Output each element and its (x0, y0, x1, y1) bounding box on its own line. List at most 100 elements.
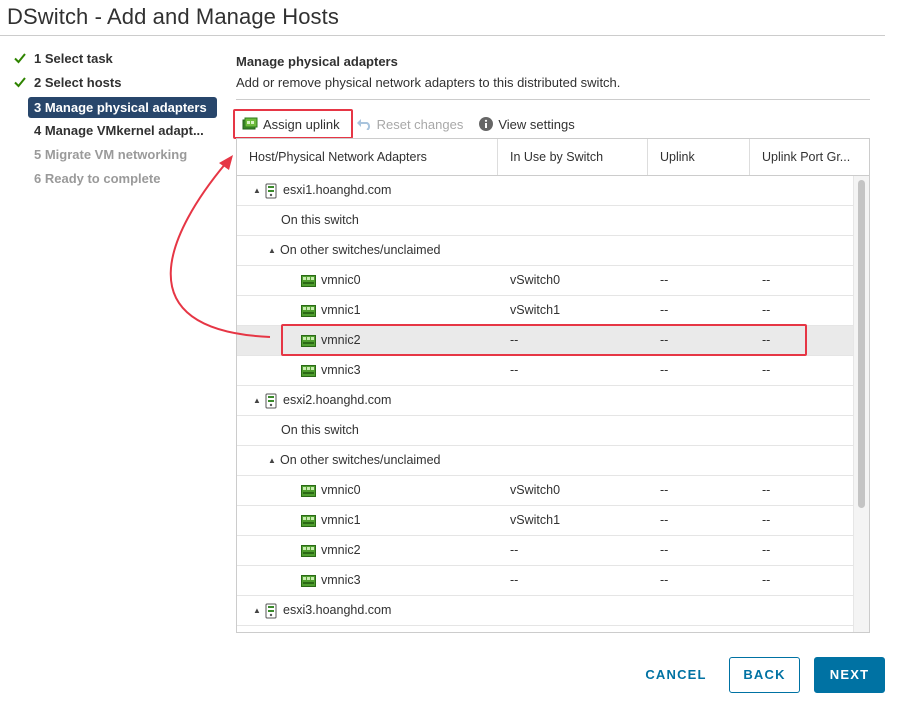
in-use-by-switch-cell: vSwitch0 (510, 483, 561, 497)
uplink-cell (648, 596, 750, 625)
group-row[interactable]: ▲ On other switches/unclaimed (237, 236, 854, 266)
adapter-name: vmnic3 (321, 363, 361, 377)
group-label: On this switch (281, 423, 359, 437)
adapter-row[interactable]: vmnic3 -- -- -- (237, 356, 854, 386)
view-settings-button[interactable]: View settings (473, 112, 580, 136)
step-label: 3 Manage physical adapters (34, 100, 207, 115)
section-subtitle: Add or remove physical network adapters … (236, 75, 621, 90)
next-button[interactable]: NEXT (814, 657, 885, 693)
expand-caret-icon[interactable]: ▲ (268, 236, 280, 265)
in-use-by-switch-cell (498, 446, 648, 475)
adapter-name: vmnic2 (321, 333, 361, 347)
step-label: 1 Select task (34, 51, 113, 66)
group-row[interactable]: On this switch (237, 416, 854, 446)
view-settings-label: View settings (498, 116, 575, 132)
adapter-name: vmnic2 (321, 543, 361, 557)
step-label: 6 Ready to complete (34, 171, 161, 186)
uplink-cell (648, 386, 750, 415)
group-row[interactable]: ▲ On other switches/unclaimed (237, 446, 854, 476)
grid-body: ▲ esxi1.hoanghd.com On this switch ▲ On othe… (237, 176, 854, 632)
expand-caret-icon[interactable]: ▲ (268, 446, 280, 475)
column-header-in-use-by-switch[interactable]: In Use by Switch (498, 139, 648, 175)
reset-changes-button[interactable]: Reset changes (350, 112, 470, 136)
uplink-port-group-cell: -- (762, 363, 771, 377)
host-row[interactable]: ▲ esxi2.hoanghd.com (237, 386, 854, 416)
expand-caret-icon[interactable]: ▲ (253, 596, 265, 625)
network-adapter-icon (301, 274, 316, 287)
network-adapter-icon (301, 364, 316, 377)
in-use-by-switch-cell: vSwitch1 (510, 303, 561, 317)
grid-scrollbar[interactable] (853, 176, 869, 632)
column-header-uplink[interactable]: Uplink (648, 139, 750, 175)
expand-caret-icon[interactable]: ▲ (253, 386, 265, 415)
group-label: On other switches/unclaimed (280, 453, 441, 467)
in-use-by-switch-cell: vSwitch1 (510, 513, 561, 527)
adapter-row[interactable]: vmnic3 -- -- -- (237, 566, 854, 596)
scrollbar-thumb[interactable] (858, 180, 865, 508)
uplink-port-group-cell: -- (762, 543, 771, 557)
in-use-by-switch-cell: -- (510, 333, 519, 347)
step-manage-vmkernel-adapters[interactable]: 4 Manage VMkernel adapt... (12, 120, 222, 144)
expand-caret-icon[interactable]: ▲ (253, 176, 265, 205)
network-adapter-icon (301, 334, 316, 347)
main-panel: Manage physical adapters Add or remove p… (236, 52, 870, 93)
network-card-icon (242, 117, 258, 131)
uplink-port-group-cell (750, 236, 854, 265)
column-header-uplink-port-group[interactable]: Uplink Port Gr... (750, 139, 869, 175)
uplink-cell: -- (660, 483, 669, 497)
uplink-cell (648, 416, 750, 445)
in-use-by-switch-cell: -- (510, 543, 519, 557)
adapter-row[interactable]: vmnic1 vSwitch1 -- -- (237, 506, 854, 536)
uplink-cell: -- (660, 573, 669, 587)
host-icon (265, 393, 277, 409)
host-row[interactable]: ▲ esxi1.hoanghd.com (237, 176, 854, 206)
assign-uplink-label: Assign uplink (263, 116, 340, 132)
adapter-name: vmnic0 (321, 273, 361, 287)
step-manage-physical-adapters[interactable]: 3 Manage physical adapters (28, 97, 217, 118)
host-row[interactable]: ▲ esxi3.hoanghd.com (237, 596, 854, 626)
uplink-port-group-cell (750, 176, 854, 205)
adapter-row[interactable]: vmnic0 vSwitch0 -- -- (237, 476, 854, 506)
back-button[interactable]: BACK (729, 657, 800, 693)
group-label: On this switch (281, 213, 359, 227)
in-use-by-switch-cell (498, 176, 648, 205)
in-use-by-switch-cell: vSwitch0 (510, 273, 561, 287)
host-icon (265, 603, 277, 619)
uplink-cell: -- (660, 363, 669, 377)
uplink-cell (648, 176, 750, 205)
step-ready-to-complete: 6 Ready to complete (12, 168, 222, 192)
step-label: 2 Select hosts (34, 75, 122, 90)
group-row[interactable]: On this switch (237, 206, 854, 236)
assign-uplink-button[interactable]: Assign uplink (236, 112, 346, 136)
in-use-by-switch-cell (498, 626, 648, 632)
adapter-row[interactable]: vmnic2 -- -- -- (237, 326, 854, 356)
checkmark-icon (14, 77, 26, 88)
checkmark-icon (14, 53, 26, 64)
network-adapter-icon (301, 484, 316, 497)
uplink-port-group-cell (750, 446, 854, 475)
section-title: Manage physical adapters (236, 54, 398, 69)
adapter-row[interactable]: vmnic0 vSwitch0 -- -- (237, 266, 854, 296)
group-row[interactable] (237, 626, 854, 632)
group-label: On other switches/unclaimed (280, 243, 441, 257)
adapter-name: vmnic1 (321, 513, 361, 527)
undo-icon (356, 118, 372, 130)
in-use-by-switch-cell (498, 236, 648, 265)
uplink-cell: -- (660, 303, 669, 317)
host-name: esxi1.hoanghd.com (283, 183, 392, 197)
adapter-row[interactable]: vmnic2 -- -- -- (237, 536, 854, 566)
step-migrate-vm-networking: 5 Migrate VM networking (12, 144, 222, 168)
adapter-row[interactable]: vmnic1 vSwitch1 -- -- (237, 296, 854, 326)
column-header-host-adapters[interactable]: Host/Physical Network Adapters (237, 139, 498, 175)
step-select-task[interactable]: 1 Select task (12, 48, 222, 72)
host-icon (265, 183, 277, 199)
adapter-name: vmnic0 (321, 483, 361, 497)
network-adapter-icon (301, 514, 316, 527)
in-use-by-switch-cell (498, 416, 648, 445)
network-adapter-icon (301, 544, 316, 557)
step-select-hosts[interactable]: 2 Select hosts (12, 72, 222, 96)
section-divider (236, 99, 870, 100)
uplink-port-group-cell (750, 386, 854, 415)
cancel-button[interactable]: CANCEL (637, 657, 715, 693)
adapter-name: vmnic3 (321, 573, 361, 587)
